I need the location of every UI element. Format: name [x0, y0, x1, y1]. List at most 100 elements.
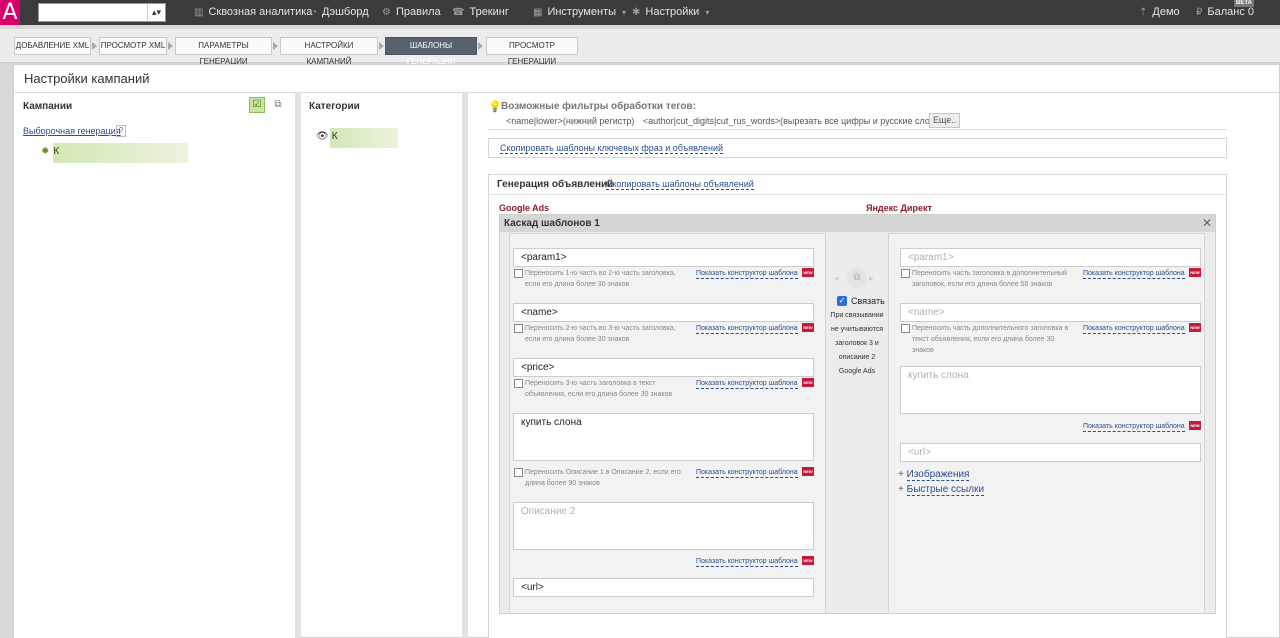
yandex-text-textarea[interactable]: купить слона	[900, 366, 1201, 414]
copy-icon[interactable]: ⧉	[270, 97, 286, 113]
google-description2-textarea[interactable]: Описание 2	[513, 502, 814, 550]
nav-dashboard[interactable]: ◔ Дэшборд	[311, 0, 369, 25]
page-title: Настройки кампаний	[24, 71, 150, 86]
arrow-right-icon	[168, 42, 173, 50]
phone-icon: ☎	[452, 7, 465, 18]
show-constructor-link[interactable]: Показать конструктор шаблона	[696, 468, 798, 478]
wrap-headline3-checkbox[interactable]	[514, 379, 523, 388]
wallet-icon: ₽	[1196, 7, 1203, 18]
new-badge: NEW	[802, 556, 814, 565]
chevron-down-icon: ▾	[705, 8, 710, 17]
nav-settings[interactable]: ✱ Настройки ▾	[632, 0, 709, 25]
upload-icon: ⇡	[1139, 7, 1148, 18]
show-constructor-link[interactable]: Показать конструктор шаблона	[696, 324, 798, 334]
show-constructor-link[interactable]: Показать конструктор шаблона	[696, 269, 798, 279]
check-all-icon[interactable]: ☑	[249, 97, 265, 113]
logo[interactable]: A	[0, 0, 20, 25]
wrap-headline2-checkbox[interactable]	[514, 324, 523, 333]
column-splitter[interactable]	[462, 93, 468, 638]
new-badge: NEW	[1189, 323, 1201, 332]
copy-all-templates-link[interactable]: Скопировать шаблоны ключевых фраз и объя…	[500, 143, 724, 154]
copy-templates-box: Скопировать шаблоны ключевых фраз и объя…	[488, 138, 1227, 158]
dashboard-icon: ◔	[311, 7, 318, 18]
link-note: При связывании не учитываются заголовок …	[830, 312, 884, 375]
new-badge: NEW	[1189, 268, 1201, 277]
wrap-yandex-headline2-checkbox[interactable]	[901, 324, 910, 333]
arrow-right-icon	[273, 42, 278, 50]
add-quick-links-link[interactable]: + Быстрые ссылки	[898, 484, 985, 496]
column-splitter[interactable]	[295, 93, 301, 638]
new-badge: NEW	[802, 323, 814, 332]
more-filters-button[interactable]: Еще..	[929, 113, 961, 128]
yandex-url-input[interactable]: <url>	[900, 443, 1201, 462]
step-campaign-settings[interactable]: НАСТРОЙКИ КАМПАНИЙ	[280, 37, 378, 66]
lightbulb-icon: 💡	[488, 101, 502, 113]
cascade-title: Каскад шаблонов 1	[500, 215, 1215, 232]
gear-icon: ✹	[41, 146, 50, 157]
google-headline1-input[interactable]: <param1>	[513, 248, 814, 267]
nav-demo[interactable]: ⇡ Демо	[1139, 0, 1180, 25]
google-headline2-input[interactable]: <name>	[513, 303, 814, 322]
arrow-right-icon	[92, 42, 97, 50]
grid-icon: ▦	[533, 7, 543, 18]
campaign-item[interactable]: ✹ К	[41, 143, 59, 163]
nav-tools[interactable]: ▦ Инструменты ▾	[533, 0, 626, 25]
link-checkbox[interactable]: ✓	[837, 296, 847, 306]
eye-icon: 👁	[316, 131, 329, 142]
arrow-right-icon	[379, 42, 384, 50]
wrap-headline1-note: Переносить 1-ю часть во 2-ю часть заголо…	[525, 270, 676, 288]
wrap-description1-note: Переносить Описание 1 в Описание 2, если…	[525, 469, 681, 487]
account-select[interactable]: ▴▾	[38, 3, 166, 22]
wrap-headline2-note: Переносить 2-ю часть во 3-ю часть заголо…	[525, 325, 676, 343]
yandex-headline1-input[interactable]: <param1>	[900, 248, 1201, 267]
link-label: Связать	[851, 296, 885, 306]
chevron-down-icon: ▾	[622, 8, 627, 17]
arrow-right-icon	[478, 42, 483, 50]
close-icon[interactable]: ✕	[1202, 215, 1212, 232]
wrap-description1-checkbox[interactable]	[514, 468, 523, 477]
new-badge: NEW	[1189, 421, 1201, 430]
top-navbar: A ▴▾ ▥ Сквозная аналитика ◔ Дэшборд ⚙ Прави…	[0, 0, 1280, 25]
wrap-headline1-checkbox[interactable]	[514, 269, 523, 278]
google-url-input[interactable]: <url>	[513, 578, 814, 597]
help-icon[interactable]: ?	[116, 125, 126, 137]
add-images-link[interactable]: + Изображения	[898, 469, 970, 481]
category-item[interactable]: 👁 К	[316, 128, 338, 148]
copy-icon[interactable]: ⧉	[847, 268, 867, 288]
show-constructor-link[interactable]: Показать конструктор шаблона	[696, 557, 798, 567]
arrow-right-icon: ▸	[869, 273, 874, 283]
bar-chart-icon: ▥	[194, 7, 204, 18]
updown-arrow-icon: ▴▾	[147, 4, 165, 21]
categories-title: Категории	[309, 101, 360, 112]
step-add-xml[interactable]: ДОБАВЛЕНИЕ XML	[14, 37, 91, 55]
nav-rules[interactable]: ⚙ Правила	[382, 0, 441, 25]
show-constructor-link[interactable]: Показать конструктор шаблона	[696, 379, 798, 389]
divider	[488, 129, 1227, 130]
plus-icon: +	[898, 469, 907, 480]
google-description1-textarea[interactable]: купить слона	[513, 413, 814, 461]
step-gen-preview[interactable]: ПРОСМОТР ГЕНЕРАЦИИ	[486, 37, 578, 66]
show-constructor-link[interactable]: Показать конструктор шаблона	[1083, 269, 1185, 279]
new-badge: NEW	[802, 467, 814, 476]
beta-badge: BETA	[1234, 0, 1254, 7]
wrap-yandex-headline1-note: Переносить часть заголовка в дополнитель…	[912, 270, 1067, 288]
campaigns-column	[14, 93, 295, 638]
show-constructor-link[interactable]: Показать конструктор шаблона	[1083, 422, 1185, 432]
copy-ad-templates-link[interactable]: Скопировать шаблоны объявлений	[606, 179, 754, 190]
wrap-yandex-headline1-checkbox[interactable]	[901, 269, 910, 278]
step-view-xml[interactable]: ПРОСМОТР XML	[99, 37, 167, 55]
yandex-headline2-input[interactable]: <name>	[900, 303, 1201, 322]
wrap-yandex-headline2-note: Переносить часть дополнительного заголов…	[912, 325, 1069, 354]
nav-analytics[interactable]: ▥ Сквозная аналитика	[194, 0, 312, 25]
rules-icon: ⚙	[382, 7, 391, 18]
selective-generation-link[interactable]: Выборочная генерация	[23, 126, 121, 136]
category-item-highlight	[330, 128, 398, 148]
ad-generation-title: Генерация объявлений	[497, 179, 614, 190]
show-constructor-link[interactable]: Показать конструктор шаблона	[1083, 324, 1185, 334]
nav-tracking[interactable]: ☎ Трекинг	[452, 0, 509, 25]
step-gen-params[interactable]: ПАРАМЕТРЫ ГЕНЕРАЦИИ	[175, 37, 272, 66]
step-gen-templates[interactable]: ШАБЛОНЫ ГЕНЕРАЦИИ	[385, 37, 477, 66]
google-headline3-input[interactable]: <price>	[513, 358, 814, 377]
new-badge: NEW	[802, 378, 814, 387]
new-badge: NEW	[802, 268, 814, 277]
